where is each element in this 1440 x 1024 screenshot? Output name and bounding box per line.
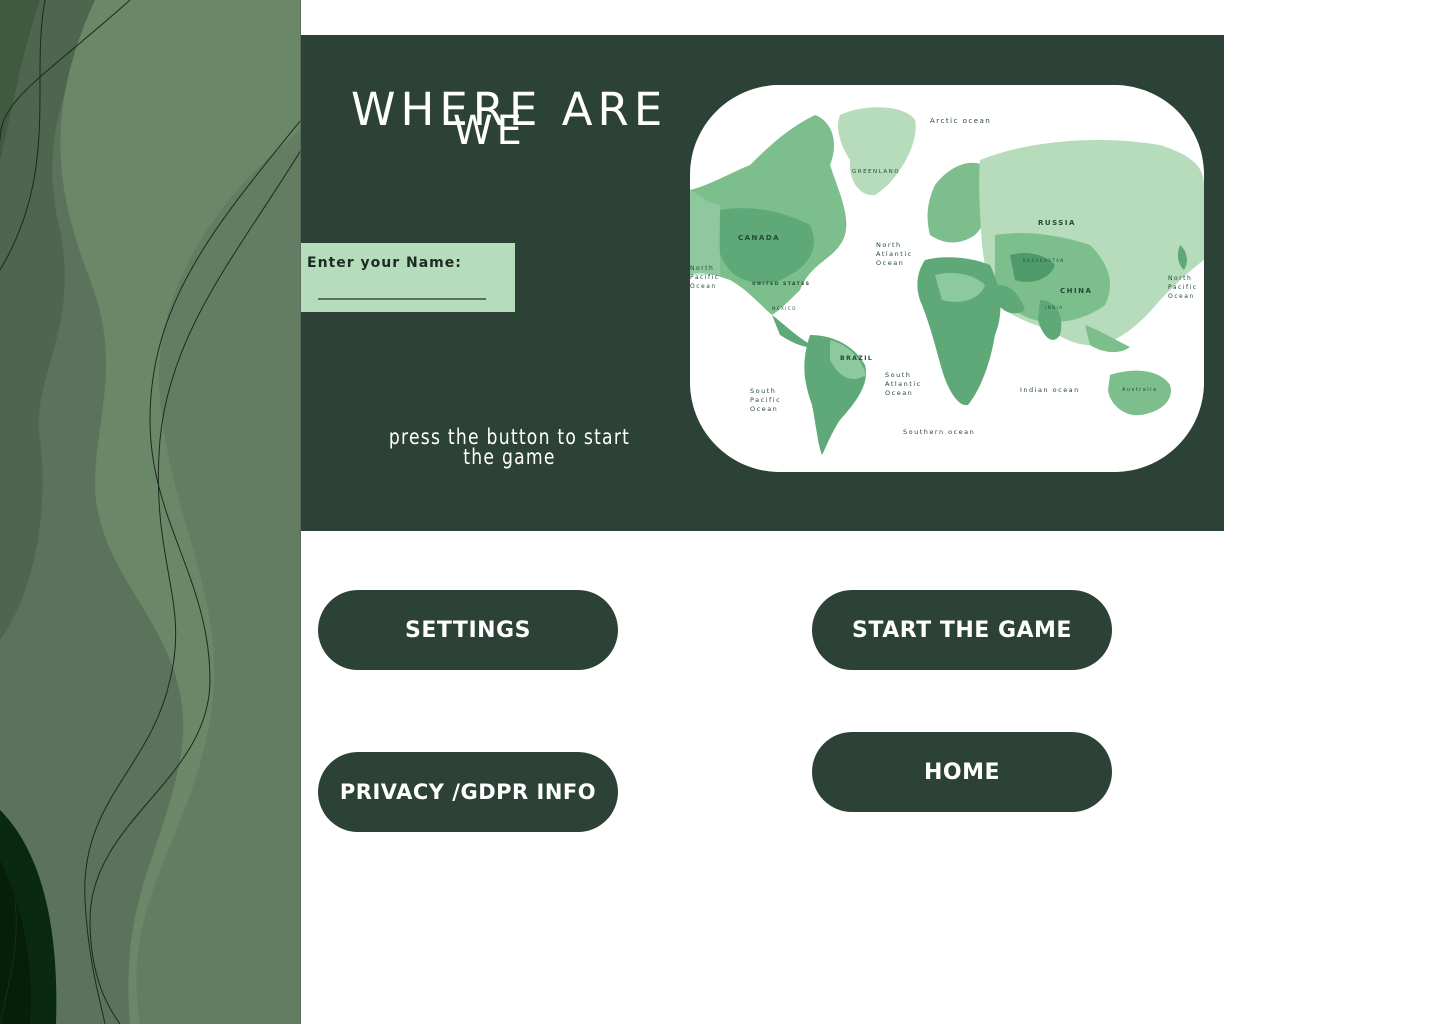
map-label-usa: UNITED STATES xyxy=(752,281,811,287)
map-label-arctic: Arctic ocean xyxy=(930,117,991,125)
map-label-china: CHINA xyxy=(1060,287,1092,295)
decorative-sidebar xyxy=(0,0,301,1024)
home-button[interactable]: HOME xyxy=(812,732,1112,812)
world-map: Arctic ocean GREENLAND CANADA RUSSIA CHI… xyxy=(690,85,1204,472)
wave-pattern xyxy=(0,0,301,1024)
map-label-canada: CANADA xyxy=(738,234,780,242)
map-label-brazil: BRAZIL xyxy=(840,355,873,362)
name-input[interactable] xyxy=(318,276,486,300)
title-line-2: WE xyxy=(453,108,526,154)
name-entry-box: Enter your Name: xyxy=(301,243,515,312)
map-label-indian: Indian ocean xyxy=(1020,386,1080,394)
start-game-button[interactable]: START THE GAME xyxy=(812,590,1112,670)
map-label-kazakhstan: KAZAKHSTAN xyxy=(1023,258,1065,263)
page-title: WHERE ARE WE xyxy=(351,87,681,154)
map-label-india: INDIA xyxy=(1045,305,1064,310)
name-label: Enter your Name: xyxy=(307,255,462,271)
map-label-russia: RUSSIA xyxy=(1038,219,1076,227)
map-label-southern: Southern ocean xyxy=(903,428,975,436)
privacy-gdpr-button[interactable]: PRIVACY /GDPR INFO xyxy=(318,752,618,832)
world-map-image: Arctic ocean GREENLAND CANADA RUSSIA CHI… xyxy=(690,85,1204,472)
hero-panel: WHERE ARE WE Enter your Name: press the … xyxy=(301,35,1224,531)
start-instructions: press the button to start the game xyxy=(388,425,631,469)
settings-button[interactable]: SETTINGS xyxy=(318,590,618,670)
map-label-mexico: MEXICO xyxy=(772,306,797,311)
map-label-australia: Australia xyxy=(1122,387,1158,393)
map-label-greenland: GREENLAND xyxy=(852,169,900,175)
